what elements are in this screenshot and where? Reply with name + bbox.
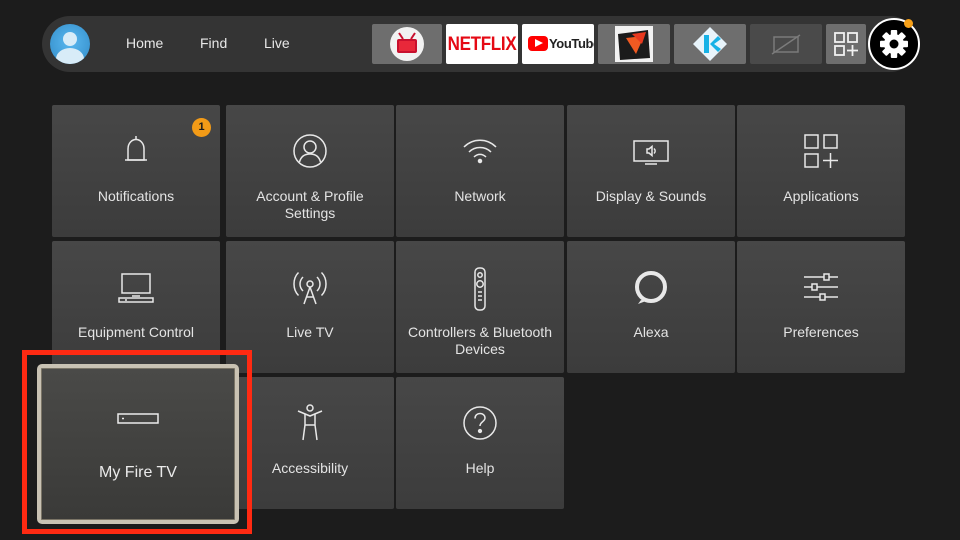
bell-icon: [52, 131, 220, 171]
all-apps-button[interactable]: [826, 24, 866, 64]
tile-display-sounds[interactable]: Display & Sounds: [567, 105, 735, 237]
youtube-logo-text: YouTube: [549, 36, 594, 51]
netflix-app[interactable]: NETFLIX: [446, 24, 518, 64]
redbox-tv-icon: [390, 27, 424, 61]
tile-network[interactable]: Network: [396, 105, 564, 237]
tile-label: Help: [465, 460, 495, 476]
tile-label: Applications: [783, 188, 859, 204]
tile-account-profile[interactable]: Account & Profile Settings: [226, 105, 394, 237]
nav-find[interactable]: Find: [200, 35, 227, 51]
tile-help[interactable]: Help: [396, 377, 564, 509]
wifi-icon: [396, 131, 564, 171]
tile-alexa[interactable]: Alexa: [567, 241, 735, 373]
tile-label: Equipment Control: [78, 324, 194, 340]
nav-live[interactable]: Live: [264, 35, 290, 51]
tv-speaker-icon: [567, 131, 735, 171]
help-icon: [396, 403, 564, 443]
placeholder-app-icon: [771, 34, 801, 55]
alexa-icon: [567, 267, 735, 307]
sliders-icon: [737, 267, 905, 307]
nav-home[interactable]: Home: [126, 35, 163, 51]
youtube-app[interactable]: YouTube: [522, 24, 594, 64]
tile-label: Notifications: [97, 188, 175, 204]
tile-label: Alexa: [633, 324, 669, 340]
tile-label: Live TV: [286, 324, 334, 340]
tile-label: Network: [454, 188, 506, 204]
remote-icon: [396, 267, 564, 311]
tile-my-fire-tv[interactable]: My Fire TV: [37, 364, 239, 524]
monitor-icon: [52, 267, 220, 307]
tile-label: Accessibility: [271, 460, 349, 476]
profile-avatar[interactable]: [50, 24, 90, 64]
kodi-icon: [693, 27, 727, 61]
downloader-app[interactable]: [598, 24, 670, 64]
youtube-play-icon: [528, 36, 548, 51]
top-nav-bar: Home Find Live NETFLIX YouTube: [42, 16, 920, 72]
fire-tv-device-icon: [41, 412, 235, 426]
avatar-body: [56, 48, 84, 64]
tile-label: Account & Profile Settings: [256, 188, 364, 221]
downloader-icon: [615, 26, 653, 62]
tile-label: Controllers & Bluetooth Devices: [408, 324, 552, 357]
tile-applications[interactable]: Applications: [737, 105, 905, 237]
avatar-head: [63, 32, 77, 46]
tile-controllers-bluetooth[interactable]: Controllers & Bluetooth Devices: [396, 241, 564, 373]
netflix-logo: NETFLIX: [447, 32, 517, 55]
tile-preferences[interactable]: Preferences: [737, 241, 905, 373]
antenna-icon: [226, 267, 394, 307]
tile-notifications[interactable]: 1 Notifications: [52, 105, 220, 237]
settings-notification-dot: [904, 19, 913, 28]
tile-label: Display & Sounds: [595, 188, 707, 204]
apps-grid-icon: [737, 131, 905, 171]
user-icon: [226, 131, 394, 171]
tile-label: My Fire TV: [99, 464, 177, 481]
tile-label: Preferences: [783, 324, 859, 340]
placeholder-app[interactable]: [750, 24, 822, 64]
all-apps-icon: [834, 32, 858, 56]
redbox-tv-app[interactable]: [372, 24, 442, 64]
kodi-app[interactable]: [674, 24, 746, 64]
